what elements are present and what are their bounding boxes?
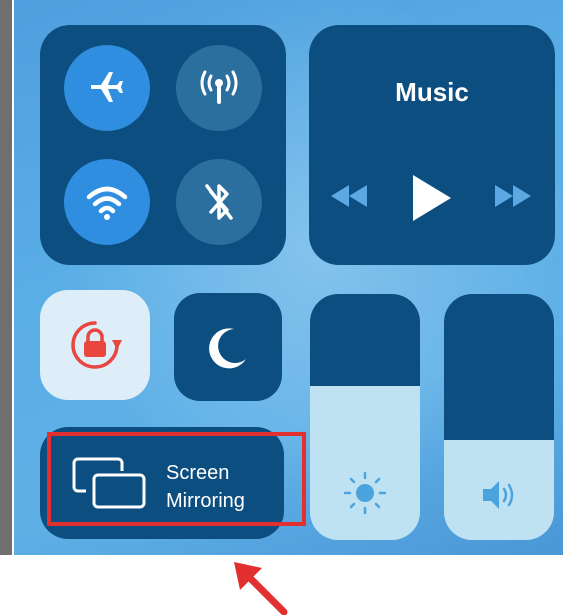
- cellular-data-button[interactable]: [176, 45, 262, 131]
- do-not-disturb-button[interactable]: [174, 293, 282, 401]
- fast-forward-button[interactable]: [493, 183, 533, 209]
- wifi-icon: [86, 186, 128, 220]
- cellular-icon: [200, 70, 238, 104]
- highlight-box: [47, 432, 306, 526]
- fast-forward-icon: [495, 185, 531, 207]
- music-title: Music: [395, 77, 469, 107]
- bluetooth-off-icon: [205, 184, 233, 220]
- brightness-slider[interactable]: [310, 294, 420, 540]
- left-edge-strip: [0, 0, 12, 555]
- airplane-mode-button[interactable]: [64, 45, 150, 131]
- rewind-button[interactable]: [329, 183, 369, 209]
- connectivity-tile: [40, 25, 286, 265]
- music-tile[interactable]: Music: [309, 25, 555, 265]
- play-icon: [413, 175, 451, 221]
- rewind-icon: [331, 185, 367, 207]
- airplane-icon: [91, 72, 123, 102]
- control-center: Music Screen Mirroring: [14, 0, 563, 555]
- rotation-lock-icon: [71, 321, 122, 369]
- volume-slider[interactable]: [444, 294, 554, 540]
- bluetooth-button[interactable]: [176, 159, 262, 245]
- volume-icon-wrap: [444, 475, 554, 515]
- volume-icon: [483, 481, 514, 509]
- moon-icon: [209, 328, 246, 369]
- volume-slider-track: [444, 294, 554, 440]
- play-button[interactable]: [409, 173, 453, 223]
- wifi-button[interactable]: [64, 159, 150, 245]
- brightness-slider-track: [310, 294, 420, 386]
- annotation-arrow-icon: [234, 562, 288, 615]
- media-controls: [309, 173, 555, 233]
- brightness-icon-wrap: [310, 471, 420, 515]
- brightness-icon: [343, 471, 387, 515]
- rotation-lock-button[interactable]: [40, 290, 150, 400]
